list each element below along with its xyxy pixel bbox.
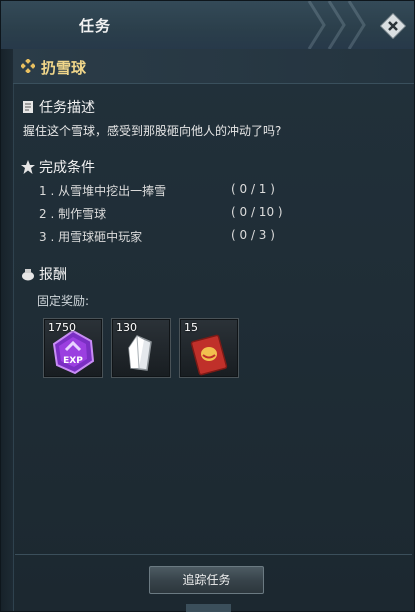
track-quest-button[interactable]: 追踪任务 xyxy=(149,566,264,594)
divider xyxy=(15,554,412,555)
quest-diamond-icon xyxy=(21,59,35,73)
title-decoration xyxy=(307,1,366,49)
exp-icon-label: EXP xyxy=(63,356,83,366)
rewards-heading: 报酬 xyxy=(39,267,67,283)
exp-icon: EXP xyxy=(52,329,95,375)
reward-count: 15 xyxy=(184,321,198,334)
left-rail xyxy=(1,49,14,611)
condition-label: 1 . 从雪堆中挖出一捧雪 xyxy=(39,184,167,198)
reward-slot-crystal[interactable]: 130 xyxy=(111,318,171,378)
bottom-strip xyxy=(186,604,231,612)
quest-name: 扔雪球 xyxy=(41,59,87,77)
reward-count: 1750 xyxy=(48,321,76,334)
reward-slot-exp[interactable]: EXP 1750 xyxy=(43,318,103,378)
close-icon[interactable] xyxy=(380,13,406,39)
document-icon xyxy=(23,101,33,113)
title-bar: 任务 xyxy=(1,1,414,50)
description-heading: 任务描述 xyxy=(39,100,95,116)
reward-bag-icon xyxy=(22,269,34,281)
condition-label: 2 . 制作雪球 xyxy=(39,207,107,221)
red-envelope-icon xyxy=(190,334,228,376)
condition-label: 3 . 用雪球砸中玩家 xyxy=(39,230,143,244)
star-icon xyxy=(21,160,35,174)
description-text: 握住这个雪球，感受到那股砸向他人的冲动了吗? xyxy=(23,124,282,138)
reward-count: 130 xyxy=(116,321,137,334)
window-title: 任务 xyxy=(79,17,112,35)
condition-progress: ( 0 / 1 ) xyxy=(231,182,275,196)
fixed-rewards-label: 固定奖励: xyxy=(37,294,90,308)
conditions-heading: 完成条件 xyxy=(39,160,95,176)
quest-name-bar: 扔雪球 xyxy=(13,49,414,84)
condition-progress: ( 0 / 3 ) xyxy=(231,228,275,242)
reward-slot-envelope[interactable]: 15 xyxy=(179,318,239,378)
crystal-icon xyxy=(128,335,152,371)
condition-progress: ( 0 / 10 ) xyxy=(231,205,283,219)
quest-window: 任务 扔雪球 任务描述 握住这个雪球，感受到那股砸向他人的冲动了吗? 完成条件 … xyxy=(0,0,415,612)
